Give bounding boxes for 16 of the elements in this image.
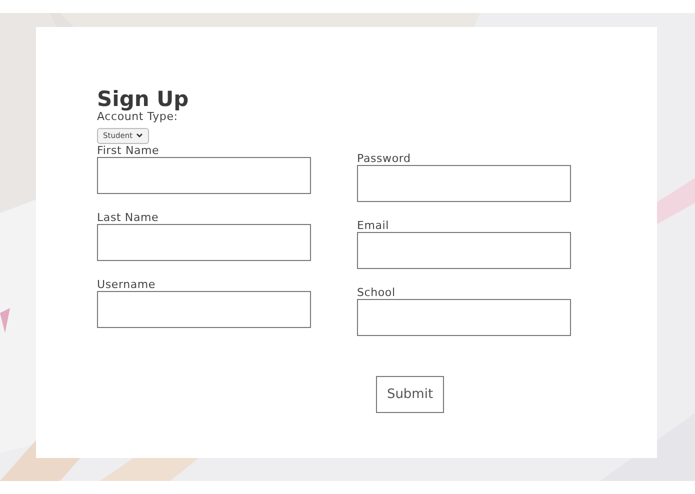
field-label: Username xyxy=(97,278,156,290)
field-label: School xyxy=(357,286,396,298)
chevron-down-icon xyxy=(136,133,143,138)
input-field[interactable] xyxy=(97,156,311,194)
input-field[interactable] xyxy=(97,290,311,328)
account-type-label: Account Type: xyxy=(97,111,178,123)
input-field[interactable] xyxy=(97,224,311,260)
field-label: Email xyxy=(357,218,390,232)
form-title: Sign Up xyxy=(97,87,190,111)
input-field[interactable] xyxy=(357,164,571,202)
field-label: Password xyxy=(357,152,412,164)
field-label: First Name xyxy=(97,144,160,156)
input-field[interactable] xyxy=(357,298,571,336)
submit-button[interactable]: Submit xyxy=(376,376,444,412)
field-label: Last Name xyxy=(97,210,160,224)
input-field[interactable] xyxy=(357,232,571,268)
